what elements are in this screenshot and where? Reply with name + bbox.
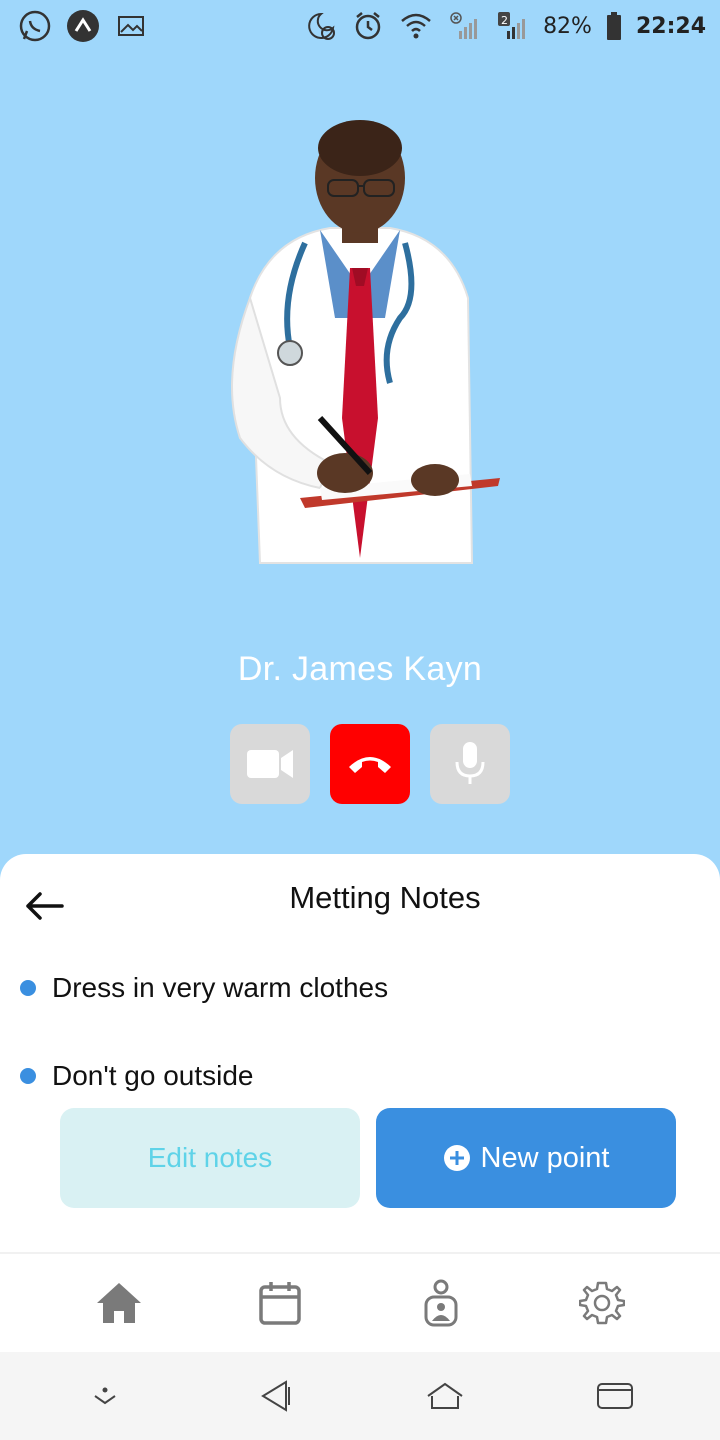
plus-circle-icon bbox=[443, 1145, 470, 1171]
edit-notes-label: Edit notes bbox=[147, 1142, 273, 1173]
new-point-label: New point bbox=[480, 1141, 610, 1174]
svg-text:2: 2 bbox=[501, 14, 508, 27]
list-item: Don't go outside bbox=[0, 1032, 720, 1120]
note-text: Dress in very warm clothes bbox=[52, 972, 389, 1003]
nav-settings[interactable] bbox=[572, 1273, 632, 1333]
system-back-button[interactable] bbox=[245, 1366, 305, 1426]
notes-header: Metting Notes bbox=[0, 874, 720, 934]
wifi-icon bbox=[399, 9, 433, 43]
recents-icon bbox=[597, 1383, 633, 1409]
signal-sim2-icon: 2 bbox=[495, 9, 529, 43]
notes-list: Dress in very warm clothes Don't go outs… bbox=[0, 964, 720, 1120]
status-left bbox=[18, 9, 148, 43]
nav-calendar[interactable] bbox=[250, 1273, 310, 1333]
nav-profile[interactable] bbox=[411, 1273, 471, 1333]
call-controls bbox=[230, 724, 510, 804]
mic-button[interactable] bbox=[430, 724, 510, 804]
alarm-icon bbox=[351, 9, 385, 43]
notes-sheet: Metting Notes Dress in very warm clothes… bbox=[0, 854, 720, 1254]
bullet-dot bbox=[20, 1068, 36, 1084]
image-icon bbox=[114, 9, 148, 43]
battery-icon bbox=[606, 9, 622, 43]
video-button[interactable] bbox=[230, 724, 310, 804]
bottom-nav bbox=[0, 1252, 720, 1352]
calendar-icon bbox=[258, 1282, 301, 1325]
status-bar: 2 82% 22:24 bbox=[0, 0, 720, 52]
system-recents-button[interactable] bbox=[585, 1366, 645, 1426]
edit-notes-button[interactable]: Edit notes bbox=[60, 1108, 360, 1208]
home-icon bbox=[96, 1283, 141, 1323]
nav-collapse-button[interactable] bbox=[75, 1366, 135, 1426]
call-hero: Dr. James Kayn bbox=[0, 52, 720, 872]
nav-home[interactable] bbox=[89, 1273, 149, 1333]
end-call-icon bbox=[349, 757, 391, 773]
list-item: Dress in very warm clothes bbox=[0, 944, 720, 1032]
status-right: 2 82% 22:24 bbox=[303, 9, 706, 43]
app-icon bbox=[66, 9, 100, 43]
chevron-down-icon bbox=[94, 1387, 116, 1405]
mic-icon bbox=[455, 742, 485, 784]
whatsapp-icon bbox=[18, 9, 52, 43]
system-home-button[interactable] bbox=[415, 1366, 475, 1426]
night-alarm-icon bbox=[303, 9, 337, 43]
clock: 22:24 bbox=[635, 13, 706, 39]
doctor-illustration bbox=[210, 118, 510, 568]
bullet-dot bbox=[20, 980, 36, 996]
new-point-button[interactable]: New point bbox=[376, 1108, 676, 1208]
settings-icon bbox=[578, 1281, 625, 1325]
note-text: Don't go outside bbox=[52, 1060, 254, 1091]
end-call-button[interactable] bbox=[330, 724, 410, 804]
profile-icon bbox=[424, 1279, 457, 1327]
video-icon bbox=[247, 750, 293, 778]
notes-actions: Edit notes New point bbox=[60, 1108, 676, 1208]
home-outline-icon bbox=[427, 1382, 463, 1409]
system-nav-bar bbox=[0, 1352, 720, 1440]
notes-title: Metting Notes bbox=[289, 880, 481, 915]
doctor-name: Dr. James Kayn bbox=[237, 650, 483, 688]
signal-sim1-icon bbox=[447, 9, 481, 43]
battery-percent: 82% bbox=[543, 13, 592, 39]
back-triangle-icon bbox=[261, 1380, 290, 1412]
